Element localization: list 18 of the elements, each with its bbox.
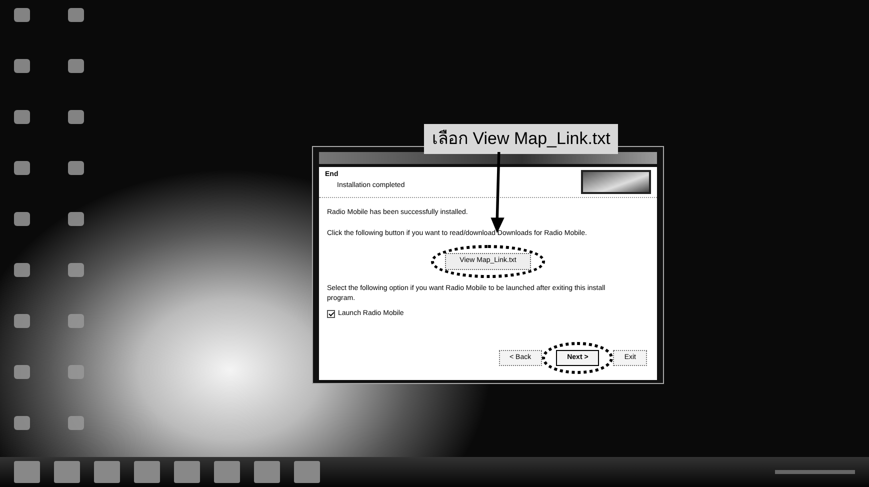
launch-checkbox[interactable] — [327, 310, 335, 318]
annotation-label: เลือก View Map_Link.txt — [424, 124, 618, 154]
banner-image — [581, 170, 651, 194]
desktop-icon[interactable] — [68, 263, 84, 277]
desktop-icon[interactable] — [14, 314, 30, 328]
desktop-icon[interactable] — [14, 263, 30, 277]
desktop-icon[interactable] — [68, 8, 84, 22]
desktop-icon[interactable] — [14, 365, 30, 379]
desktop-icon[interactable] — [14, 416, 30, 430]
desktop-icon[interactable] — [68, 59, 84, 73]
desktop-icon[interactable] — [14, 8, 30, 22]
desktop-icon[interactable] — [14, 161, 30, 175]
desktop-icon[interactable] — [14, 59, 30, 73]
desktop-icon[interactable] — [68, 212, 84, 226]
desktop-icon[interactable] — [14, 212, 30, 226]
desktop-icon[interactable] — [68, 161, 84, 175]
desktop-icon[interactable] — [68, 110, 84, 124]
desktop-icon[interactable] — [14, 110, 30, 124]
